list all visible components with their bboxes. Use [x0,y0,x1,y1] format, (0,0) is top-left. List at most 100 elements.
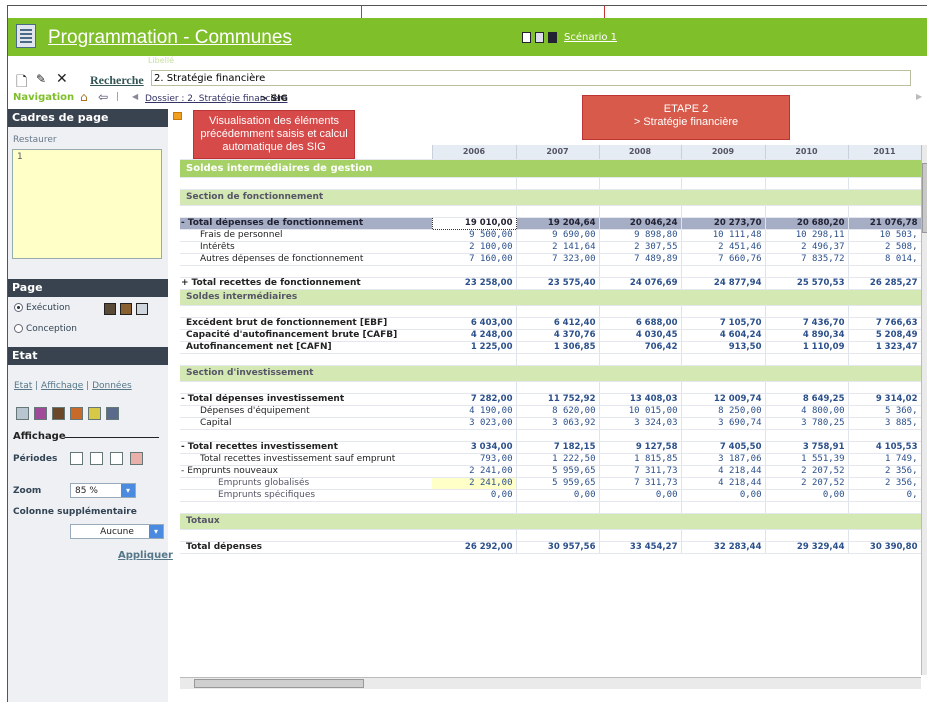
value-cell[interactable] [432,305,517,318]
value-cell[interactable]: 9 690,00 [516,229,600,242]
value-cell[interactable] [848,265,921,278]
new-page-icon[interactable] [522,32,531,43]
recherche-link[interactable]: Recherche [90,73,144,88]
value-cell[interactable]: 19 204,64 [516,217,600,230]
export-icon[interactable] [16,407,29,420]
value-cell[interactable]: 4 105,53 [848,441,921,454]
expand-toggle-icon[interactable]: - [181,442,185,452]
value-cell[interactable]: 2 207,52 [765,465,849,478]
value-cell[interactable]: 26 292,00 [432,541,517,554]
value-cell[interactable] [516,305,600,318]
value-cell[interactable] [765,429,849,442]
value-cell[interactable]: 4 370,76 [516,329,600,342]
value-cell[interactable] [516,429,600,442]
value-cell[interactable] [432,381,517,394]
value-cell[interactable]: 1 306,85 [516,341,600,354]
value-cell[interactable]: 0,00 [765,489,849,502]
scenario-link[interactable]: Scénario 1 [564,32,617,43]
value-cell[interactable]: 3 690,74 [681,417,766,430]
value-cell[interactable]: 2 100,00 [432,241,517,254]
value-cell[interactable] [848,529,921,542]
restaurer-link[interactable]: Restaurer [13,135,57,145]
affichage-link[interactable]: Affichage [41,381,83,391]
value-cell[interactable]: 24 076,69 [599,277,682,290]
value-cell[interactable]: 7 835,72 [765,253,849,266]
value-cell[interactable]: 2 496,37 [765,241,849,254]
value-cell[interactable] [848,353,921,366]
value-cell[interactable]: 30 390,80 [848,541,921,554]
value-cell[interactable]: 6 688,00 [599,317,682,330]
value-cell[interactable]: 21 076,78 [848,217,921,230]
value-cell[interactable]: 6 403,00 [432,317,517,330]
value-cell[interactable] [848,429,921,442]
value-cell[interactable] [681,429,766,442]
grid-icon[interactable] [34,407,47,420]
value-cell[interactable]: 1 222,50 [516,453,600,466]
table-icon[interactable] [136,303,148,315]
value-cell[interactable]: 0, [848,489,921,502]
value-cell[interactable] [681,265,766,278]
value-cell[interactable]: 2 241,00 [432,477,517,490]
value-cell[interactable]: 913,50 [681,341,766,354]
value-cell[interactable] [599,305,682,318]
value-cell[interactable]: 5 959,65 [516,477,600,490]
value-cell[interactable] [599,501,682,514]
value-cell[interactable] [765,529,849,542]
value-cell[interactable]: 1 749, [848,453,921,466]
value-cell[interactable] [516,205,600,218]
value-cell[interactable]: 2 207,52 [765,477,849,490]
value-cell[interactable]: 2 451,46 [681,241,766,254]
value-cell[interactable]: 4 890,34 [765,329,849,342]
expand-toggle-icon[interactable]: - [181,394,185,404]
value-cell[interactable]: 4 218,44 [681,465,766,478]
value-cell[interactable]: 7 436,70 [765,317,849,330]
value-cell[interactable] [765,205,849,218]
value-cell[interactable]: 11 752,92 [516,393,600,406]
value-cell[interactable] [681,501,766,514]
value-cell[interactable]: 3 187,06 [681,453,766,466]
value-cell[interactable] [848,381,921,394]
value-cell[interactable]: 20 046,24 [599,217,682,230]
value-cell[interactable]: 7 323,00 [516,253,600,266]
value-cell[interactable] [765,305,849,318]
value-cell[interactable]: 10 015,00 [599,405,682,418]
appliquer-button[interactable]: Appliquer [118,550,173,561]
value-cell[interactable] [848,305,921,318]
value-cell[interactable]: 29 329,44 [765,541,849,554]
value-cell[interactable]: 4 218,44 [681,477,766,490]
radio-conception[interactable]: Conception [14,324,77,334]
value-cell[interactable]: 3 324,03 [599,417,682,430]
value-cell[interactable] [599,353,682,366]
radio-execution[interactable]: Exécution [14,303,70,313]
book-icon[interactable] [104,303,116,315]
expand-toggle-icon[interactable]: - [181,218,185,228]
period-sort-icon[interactable] [70,452,83,465]
value-cell[interactable]: 4 604,24 [681,329,766,342]
books-tool-icon[interactable] [52,407,65,420]
donnees-link[interactable]: Données [92,381,132,391]
value-cell[interactable] [599,429,682,442]
value-cell[interactable]: 3 034,00 [432,441,517,454]
triangle-left-icon[interactable]: ◀ [132,92,138,101]
value-cell[interactable]: 7 660,76 [681,253,766,266]
value-cell[interactable]: 32 283,44 [681,541,766,554]
value-cell[interactable]: 2 356, [848,465,921,478]
expand-toggle-icon[interactable]: - [181,466,184,476]
value-cell[interactable]: 7 766,63 [848,317,921,330]
scroll-thumb[interactable] [194,679,364,688]
value-cell[interactable]: 1 110,09 [765,341,849,354]
value-cell[interactable]: 20 273,70 [681,217,766,230]
value-cell[interactable] [848,177,921,190]
value-cell[interactable] [599,177,682,190]
value-cell[interactable]: 2 508, [848,241,921,254]
value-cell[interactable]: 2 141,64 [516,241,600,254]
value-cell[interactable] [599,381,682,394]
value-cell[interactable] [848,501,921,514]
value-cell[interactable] [681,353,766,366]
value-cell[interactable] [516,177,600,190]
period-up-icon[interactable] [110,452,123,465]
save-icon[interactable] [548,32,557,43]
libelle-input[interactable] [151,70,911,86]
close-icon[interactable]: ✕ [56,71,68,87]
value-cell[interactable]: 7 182,15 [516,441,600,454]
